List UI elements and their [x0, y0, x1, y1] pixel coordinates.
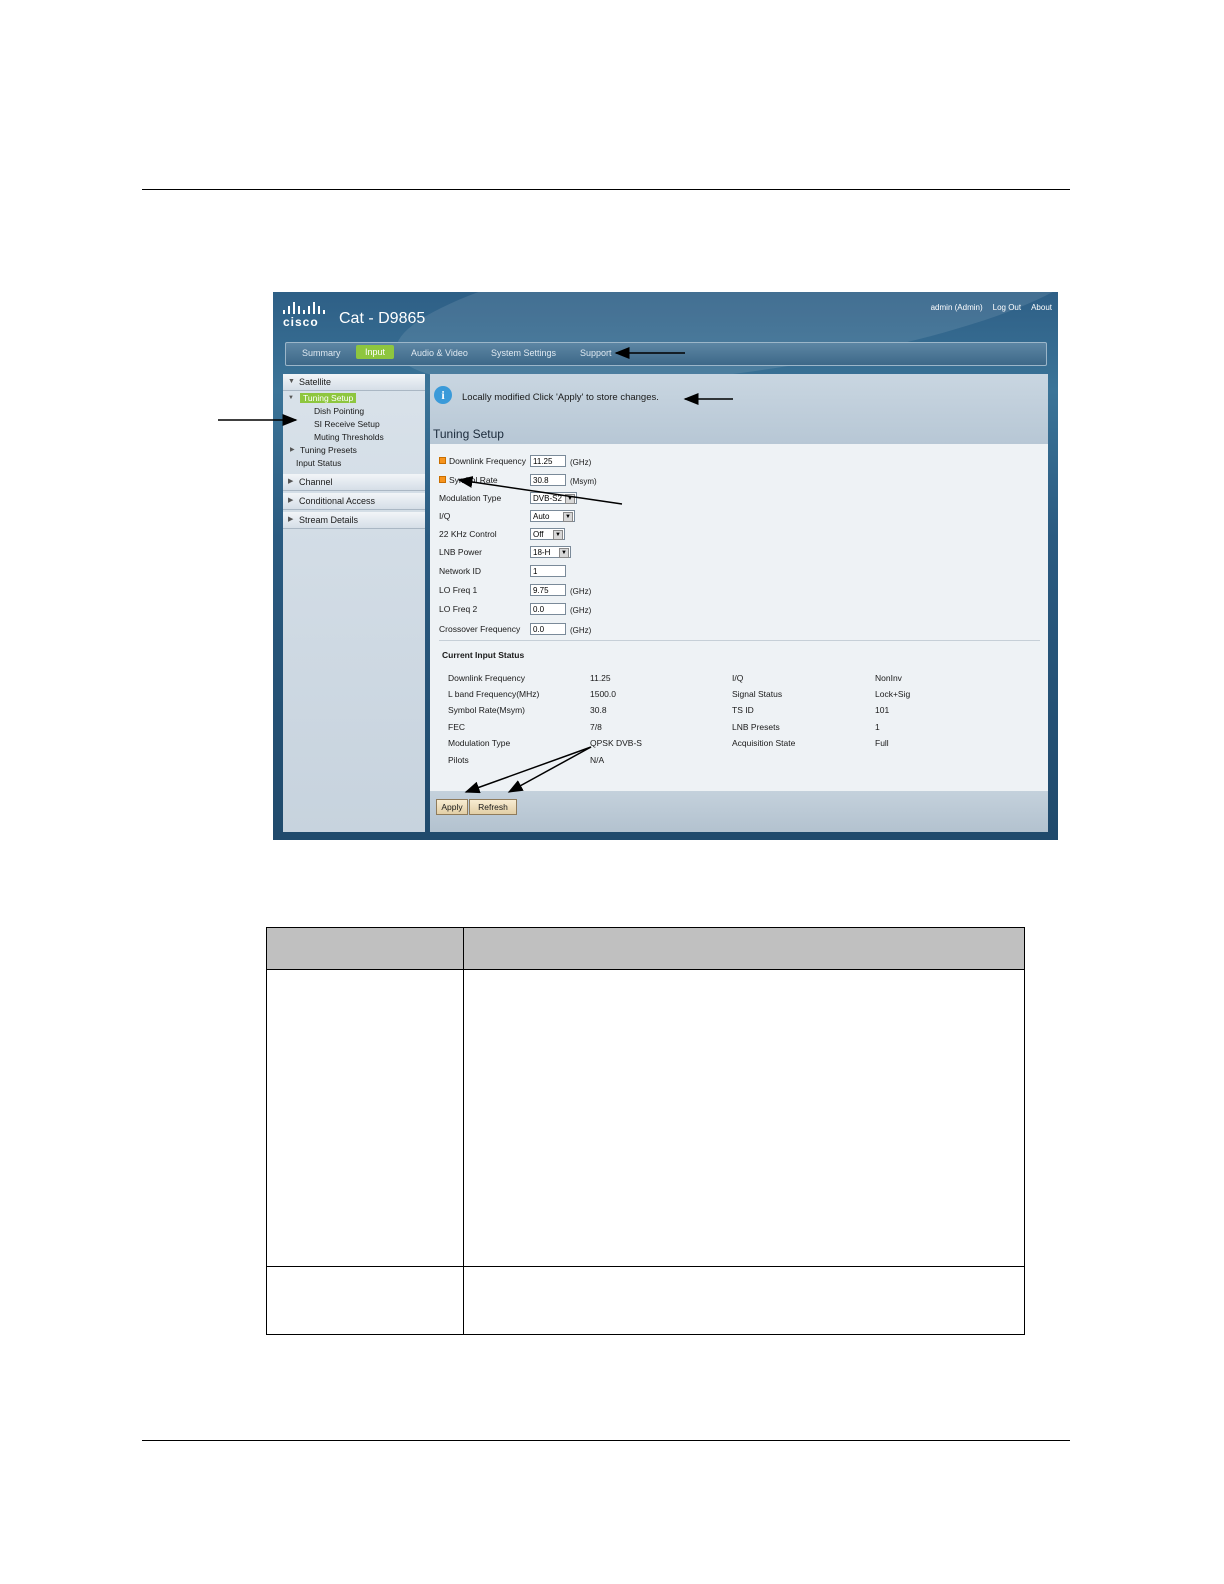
table-row-divider	[267, 1266, 1024, 1267]
footer-rule	[142, 1440, 1070, 1441]
table-header	[267, 928, 1024, 970]
device-ui-screenshot: cisco Cat - D9865 admin (Admin) Log Out …	[273, 292, 1058, 840]
sidebar-callout-arrow	[218, 414, 298, 426]
arrow-refresh	[507, 746, 592, 793]
header-rule	[142, 189, 1070, 190]
arrow-apply	[464, 746, 592, 794]
callout-arrows	[457, 347, 733, 794]
table-column-divider	[463, 928, 464, 1334]
arrow-symbol-rate	[457, 476, 623, 505]
document-table	[266, 927, 1025, 1335]
